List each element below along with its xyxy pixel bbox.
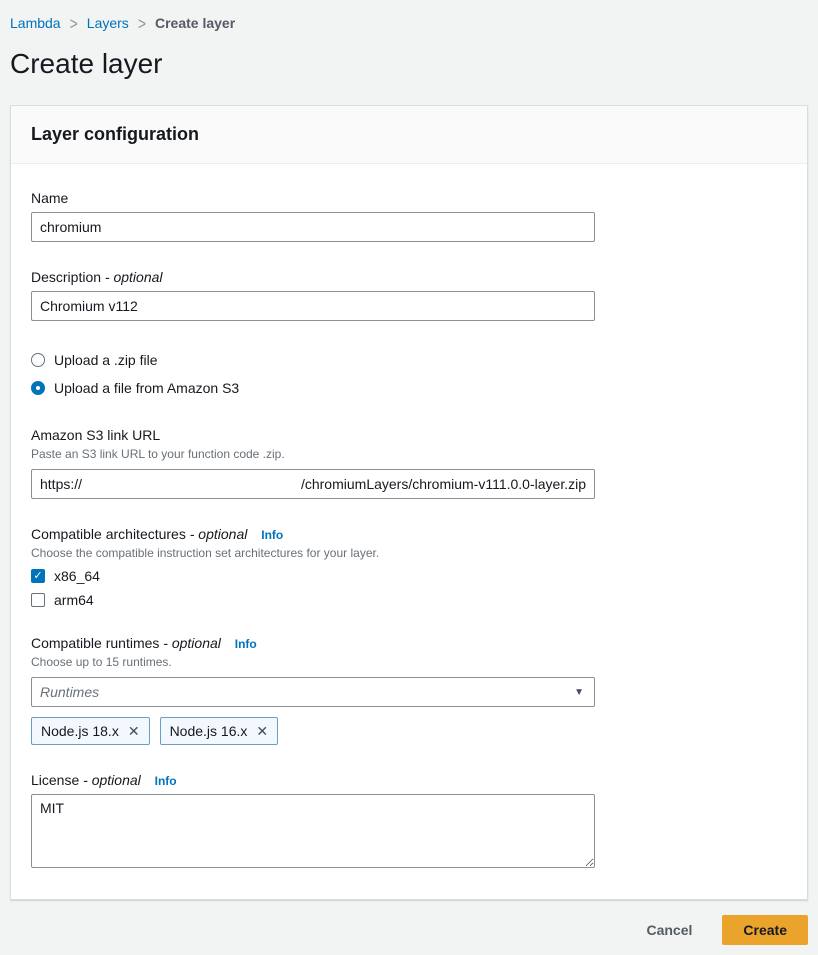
runtimes-label: Compatible runtimes - optional Info [31,635,787,651]
license-optional-text: - optional [83,772,141,788]
panel-body: Name Description - optional Upload a .zi… [11,164,807,899]
runtimes-select-placeholder: Runtimes [40,684,99,700]
license-label-text: License [31,772,79,788]
breadcrumb-separator-icon: > [70,13,78,33]
checkbox-x86-64[interactable]: ✓ x86_64 [31,568,787,584]
runtimes-field: Compatible runtimes - optional Info Choo… [31,635,787,745]
form-actions: Cancel Create [10,915,808,955]
radio-icon[interactable] [31,353,45,367]
s3-url-suffix: /chromiumLayers/chromium-v111.0.0-layer.… [301,476,586,492]
upload-source-radio-group: Upload a .zip file Upload a file from Am… [31,352,787,396]
checkbox-arm64-label: arm64 [54,592,94,608]
radio-upload-s3[interactable]: Upload a file from Amazon S3 [31,380,787,396]
runtimes-info-link[interactable]: Info [235,637,257,651]
description-label: Description - optional [31,269,787,285]
s3-url-prefix: https:// [40,476,82,492]
architectures-optional-text: - optional [190,526,248,542]
license-field: License - optional Info MIT [31,772,787,871]
license-label: License - optional Info [31,772,787,788]
s3-url-label: Amazon S3 link URL [31,427,787,443]
name-label: Name [31,190,787,206]
runtimes-label-text: Compatible runtimes [31,635,159,651]
s3-url-label-text: Amazon S3 link URL [31,427,160,443]
panel-header: Layer configuration [11,106,807,164]
close-icon[interactable]: ✕ [128,724,140,738]
license-info-link[interactable]: Info [155,774,177,788]
page-title: Create layer [10,48,808,80]
checkbox-checked-icon[interactable]: ✓ [31,569,45,583]
architectures-hint: Choose the compatible instruction set ar… [31,546,787,560]
description-label-text: Description [31,269,101,285]
page: Lambda > Layers > Create layer Create la… [0,0,818,955]
description-optional-text: - optional [105,269,163,285]
runtimes-optional-text: - optional [163,635,221,651]
s3-url-hint: Paste an S3 link URL to your function co… [31,447,787,461]
breadcrumb-current: Create layer [155,15,235,31]
breadcrumb: Lambda > Layers > Create layer [10,0,808,31]
runtimes-hint: Choose up to 15 runtimes. [31,655,787,669]
radio-upload-zip-label: Upload a .zip file [54,352,158,368]
token-nodejs-16: Node.js 16.x ✕ [160,717,279,745]
description-field: Description - optional [31,269,787,321]
runtimes-select[interactable]: Runtimes ▼ [31,677,595,707]
token-nodejs-18: Node.js 18.x ✕ [31,717,150,745]
description-input[interactable] [31,291,595,321]
cancel-button[interactable]: Cancel [646,922,692,938]
name-label-text: Name [31,190,68,206]
architectures-label: Compatible architectures - optional Info [31,526,787,542]
breadcrumb-layers[interactable]: Layers [87,15,129,31]
s3-url-input[interactable]: https:// /chromiumLayers/chromium-v111.0… [31,469,595,499]
breadcrumb-lambda[interactable]: Lambda [10,15,61,31]
radio-upload-s3-label: Upload a file from Amazon S3 [54,380,239,396]
create-button[interactable]: Create [722,915,808,945]
architectures-info-link[interactable]: Info [261,528,283,542]
radio-selected-icon[interactable] [31,381,45,395]
chevron-down-icon: ▼ [574,687,584,698]
s3-url-field: Amazon S3 link URL Paste an S3 link URL … [31,427,787,499]
breadcrumb-separator-icon: > [138,13,146,33]
architectures-label-text: Compatible architectures [31,526,186,542]
layer-configuration-panel: Layer configuration Name Description - o… [10,105,808,900]
architectures-field: Compatible architectures - optional Info… [31,526,787,608]
radio-upload-zip[interactable]: Upload a .zip file [31,352,787,368]
name-input[interactable] [31,212,595,242]
license-textarea[interactable]: MIT [31,794,595,868]
close-icon[interactable]: ✕ [256,724,268,738]
checkbox-unchecked-icon[interactable] [31,593,45,607]
checkbox-x86-64-label: x86_64 [54,568,100,584]
checkbox-arm64[interactable]: arm64 [31,592,787,608]
token-nodejs-16-label: Node.js 16.x [170,723,248,739]
runtime-tokens: Node.js 18.x ✕ Node.js 16.x ✕ [31,717,787,745]
panel-title: Layer configuration [31,124,787,145]
token-nodejs-18-label: Node.js 18.x [41,723,119,739]
name-field: Name [31,190,787,242]
